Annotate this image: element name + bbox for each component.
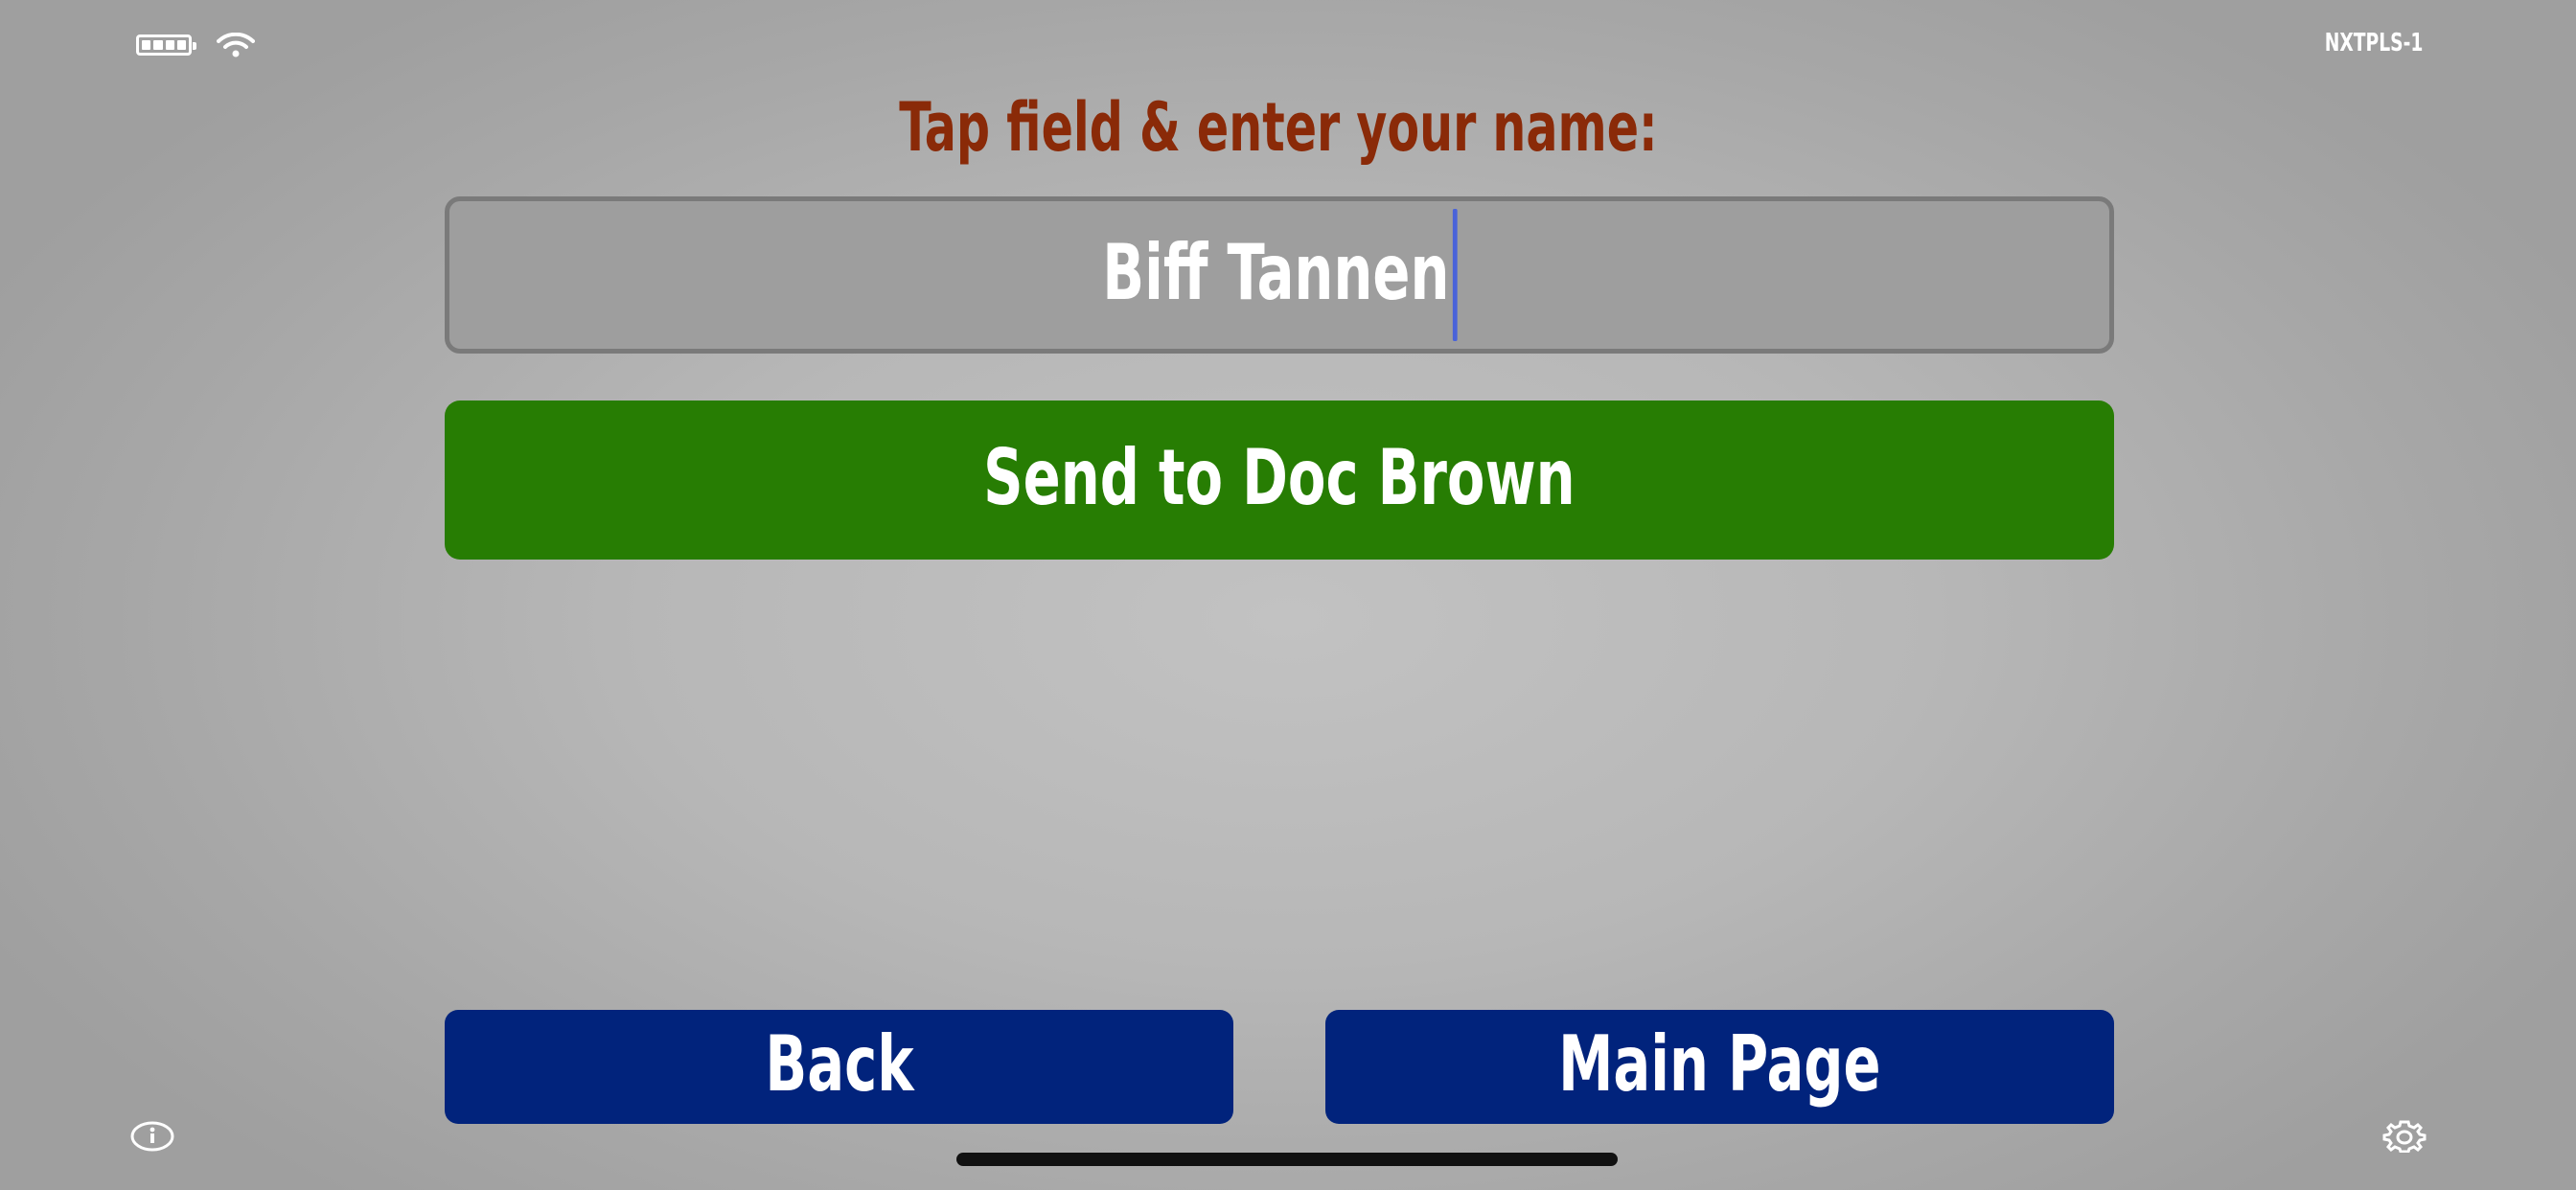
text-caret xyxy=(1452,209,1458,341)
main-page-button-label: Main Page xyxy=(1558,1019,1881,1109)
main-page-button[interactable]: Main Page xyxy=(1325,1010,2114,1124)
battery-icon xyxy=(136,34,196,56)
send-to-doc-brown-button[interactable]: Send to Doc Brown xyxy=(445,400,2114,560)
wifi-icon xyxy=(217,33,255,57)
status-bar-left xyxy=(136,33,255,57)
home-indicator[interactable] xyxy=(956,1153,1618,1166)
info-icon[interactable] xyxy=(130,1121,174,1152)
name-input-field[interactable]: Biff Tannen xyxy=(445,196,2114,354)
device-id-label: NXTPLS-1 xyxy=(2324,29,2423,57)
name-prompt: Tap field & enter your name: xyxy=(899,88,1658,167)
back-button-label: Back xyxy=(764,1019,914,1109)
gear-icon[interactable] xyxy=(2380,1120,2428,1154)
back-button[interactable]: Back xyxy=(445,1010,1233,1124)
name-input-value[interactable]: Biff Tannen xyxy=(1102,228,1449,317)
send-button-label: Send to Doc Brown xyxy=(983,432,1576,522)
